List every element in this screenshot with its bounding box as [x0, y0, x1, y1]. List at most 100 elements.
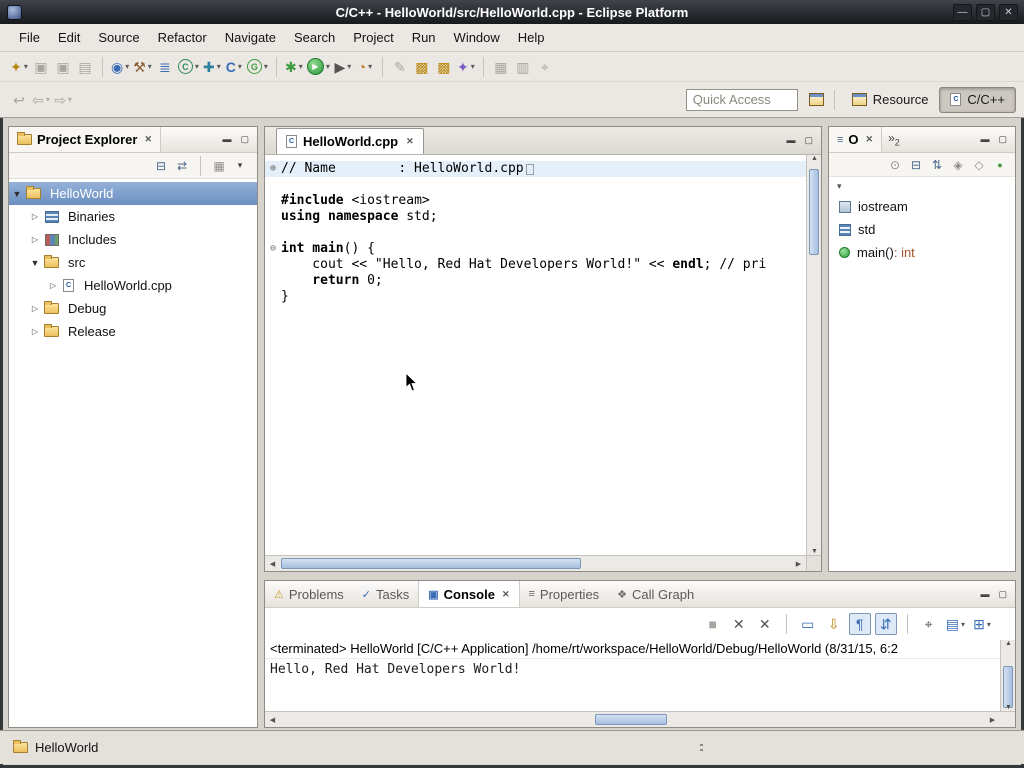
folded-region-box[interactable]	[526, 164, 534, 175]
close-window-button[interactable]: ✕	[999, 4, 1018, 21]
remove-all-launches-button[interactable]: ✕	[754, 613, 776, 635]
tab-properties[interactable]: ≡ Properties	[520, 581, 609, 607]
run-configurations-button[interactable]: ▶ ▾	[332, 55, 354, 79]
tree-item-includes[interactable]: ▷ Includes	[9, 228, 257, 251]
menu-edit[interactable]: Edit	[49, 25, 89, 50]
open-resource-button[interactable]: ▩	[411, 55, 433, 79]
menu-navigate[interactable]: Navigate	[216, 25, 285, 50]
pin-editor-button[interactable]: ⌖	[534, 55, 556, 79]
scroll-right-icon[interactable]: ▶	[791, 560, 806, 568]
menu-refactor[interactable]: Refactor	[149, 25, 216, 50]
tree-item-helloworld-cpp[interactable]: ▷ C HelloWorld.cpp	[9, 274, 257, 297]
view-menu-button[interactable]: ▾	[231, 157, 249, 175]
tab-tasks[interactable]: ✓ Tasks	[353, 581, 418, 607]
hide-static-button[interactable]: ◇	[970, 156, 988, 174]
scroll-lock-button[interactable]: ⇩	[823, 613, 845, 635]
collapse-arrow-icon[interactable]: ▷	[27, 327, 43, 336]
open-console-button[interactable]: ⊞ ▾	[971, 613, 993, 635]
terminate-button[interactable]: ■	[702, 613, 724, 635]
expand-arrow-icon[interactable]: ▼	[9, 189, 25, 199]
tab-project-explorer[interactable]: Project Explorer ✕	[9, 127, 161, 152]
run-button[interactable]: ▶ ▾	[305, 55, 332, 79]
view-overflow-button[interactable]: »2	[882, 131, 906, 147]
forward-button[interactable]: ⇨ ▾	[52, 88, 74, 112]
console-vertical-scrollbar[interactable]: ▲ ▼	[1000, 640, 1015, 711]
save-all-button[interactable]: ▣	[52, 55, 74, 79]
debug-attach-button[interactable]: ◉ ▾	[109, 55, 131, 79]
mark-occurrences-button[interactable]: ✎	[389, 55, 411, 79]
collapse-arrow-icon[interactable]: ▷	[27, 212, 43, 221]
display-selected-console-button[interactable]: ▤ ▾	[944, 613, 967, 635]
save-button[interactable]: ▣	[30, 55, 52, 79]
external-tools-button[interactable]: G ▾	[245, 55, 270, 79]
scroll-right-icon[interactable]: ▶	[985, 716, 1000, 724]
scroll-up-icon[interactable]: ▲	[1001, 640, 1016, 647]
tree-item-project[interactable]: ▼ HelloWorld	[9, 182, 257, 205]
menu-search[interactable]: Search	[285, 25, 344, 50]
tab-outline[interactable]: ≡ O ✕	[829, 127, 882, 152]
maximize-view-button[interactable]: ▢	[240, 134, 249, 145]
tree-item-debug[interactable]: ▷ Debug	[9, 297, 257, 320]
scrollbar-thumb[interactable]	[809, 169, 819, 255]
maximize-view-button[interactable]: ▢	[998, 134, 1007, 145]
code-editor[interactable]: ⊕ // Name : HelloWorld.cpp #include <ios…	[265, 155, 806, 555]
outline-list[interactable]: iostream std main() : int	[829, 195, 1015, 264]
remove-launch-button[interactable]: ✕	[728, 613, 750, 635]
menu-window[interactable]: Window	[445, 25, 509, 50]
collapse-all-button[interactable]: ⊟	[907, 156, 925, 174]
tab-call-graph[interactable]: ❖ Call Graph	[608, 581, 703, 607]
back-button[interactable]: ⇦ ▾	[30, 88, 52, 112]
collapse-arrow-icon[interactable]: ▷	[45, 281, 61, 290]
profile-button[interactable]: ◔ ▾	[354, 55, 376, 79]
outline-view-menu[interactable]: ▾	[829, 177, 1015, 195]
minimize-view-button[interactable]: ▬	[786, 135, 795, 146]
focus-button[interactable]: ⊙	[886, 156, 904, 174]
fold-collapsed-icon[interactable]: ⊕	[265, 161, 281, 177]
minimize-view-button[interactable]: ▬	[222, 134, 231, 145]
new-c-item-button[interactable]: C ▾	[223, 55, 245, 79]
quick-access-input[interactable]	[686, 89, 798, 111]
menu-source[interactable]: Source	[89, 25, 148, 50]
collapse-arrow-icon[interactable]: ▷	[27, 235, 43, 244]
outline-item-std[interactable]: std	[829, 218, 1015, 241]
open-perspective-button[interactable]	[806, 88, 828, 112]
build-button[interactable]: ⚒ ▾	[131, 55, 154, 79]
grid-alt-button[interactable]: ▥	[512, 55, 534, 79]
close-icon[interactable]: ✕	[144, 134, 152, 145]
scroll-left-icon[interactable]: ◀	[265, 560, 280, 568]
close-icon[interactable]: ✕	[406, 136, 414, 147]
new-class-button[interactable]: C ▾	[176, 55, 201, 79]
close-icon[interactable]: ✕	[502, 589, 510, 600]
show-on-stdout-button[interactable]: ⇵	[875, 613, 897, 635]
search-wand-button[interactable]: ✦ ▾	[455, 55, 477, 79]
scrollbar-thumb[interactable]	[595, 714, 667, 725]
new-source-file-button[interactable]: ✚ ▾	[201, 55, 223, 79]
scrollbar-thumb[interactable]	[281, 558, 581, 569]
tab-helloworld-cpp[interactable]: C HelloWorld.cpp ✕	[276, 128, 424, 154]
maximize-view-button[interactable]: ▢	[998, 589, 1007, 600]
perspective-resource-button[interactable]: Resource	[841, 87, 940, 113]
fold-expanded-icon[interactable]: ⊖	[265, 241, 281, 257]
collapse-all-button[interactable]: ⊟	[152, 157, 170, 175]
close-icon[interactable]: ✕	[866, 134, 874, 145]
minimize-window-button[interactable]: —	[953, 4, 972, 21]
sort-button[interactable]: ⇅	[928, 156, 946, 174]
pin-console-button[interactable]: ⌖	[918, 613, 940, 635]
menu-run[interactable]: Run	[403, 25, 445, 50]
editor-vertical-scrollbar[interactable]: ▲ ▼	[806, 155, 821, 555]
outline-item-main[interactable]: main() : int	[829, 241, 1015, 264]
minimize-view-button[interactable]: ▬	[980, 589, 989, 600]
editor-horizontal-scrollbar[interactable]: ◀ ▶	[265, 555, 806, 571]
grid-view-button[interactable]: ▦	[490, 55, 512, 79]
outline-item-iostream[interactable]: iostream	[829, 195, 1015, 218]
open-element-button[interactable]: ▩	[433, 55, 455, 79]
print-button[interactable]: ▤	[74, 55, 96, 79]
menu-project[interactable]: Project	[344, 25, 402, 50]
menu-help[interactable]: Help	[509, 25, 554, 50]
minimize-view-button[interactable]: ▬	[980, 134, 989, 145]
scrollbar-thumb[interactable]	[1003, 666, 1013, 708]
tree-item-src[interactable]: ▼ src	[9, 251, 257, 274]
filters-button[interactable]: ●	[991, 156, 1009, 174]
new-wizard-button[interactable]: ✦ ▾	[8, 55, 30, 79]
console-output[interactable]: Hello, Red Hat Developers World!	[265, 659, 1015, 681]
